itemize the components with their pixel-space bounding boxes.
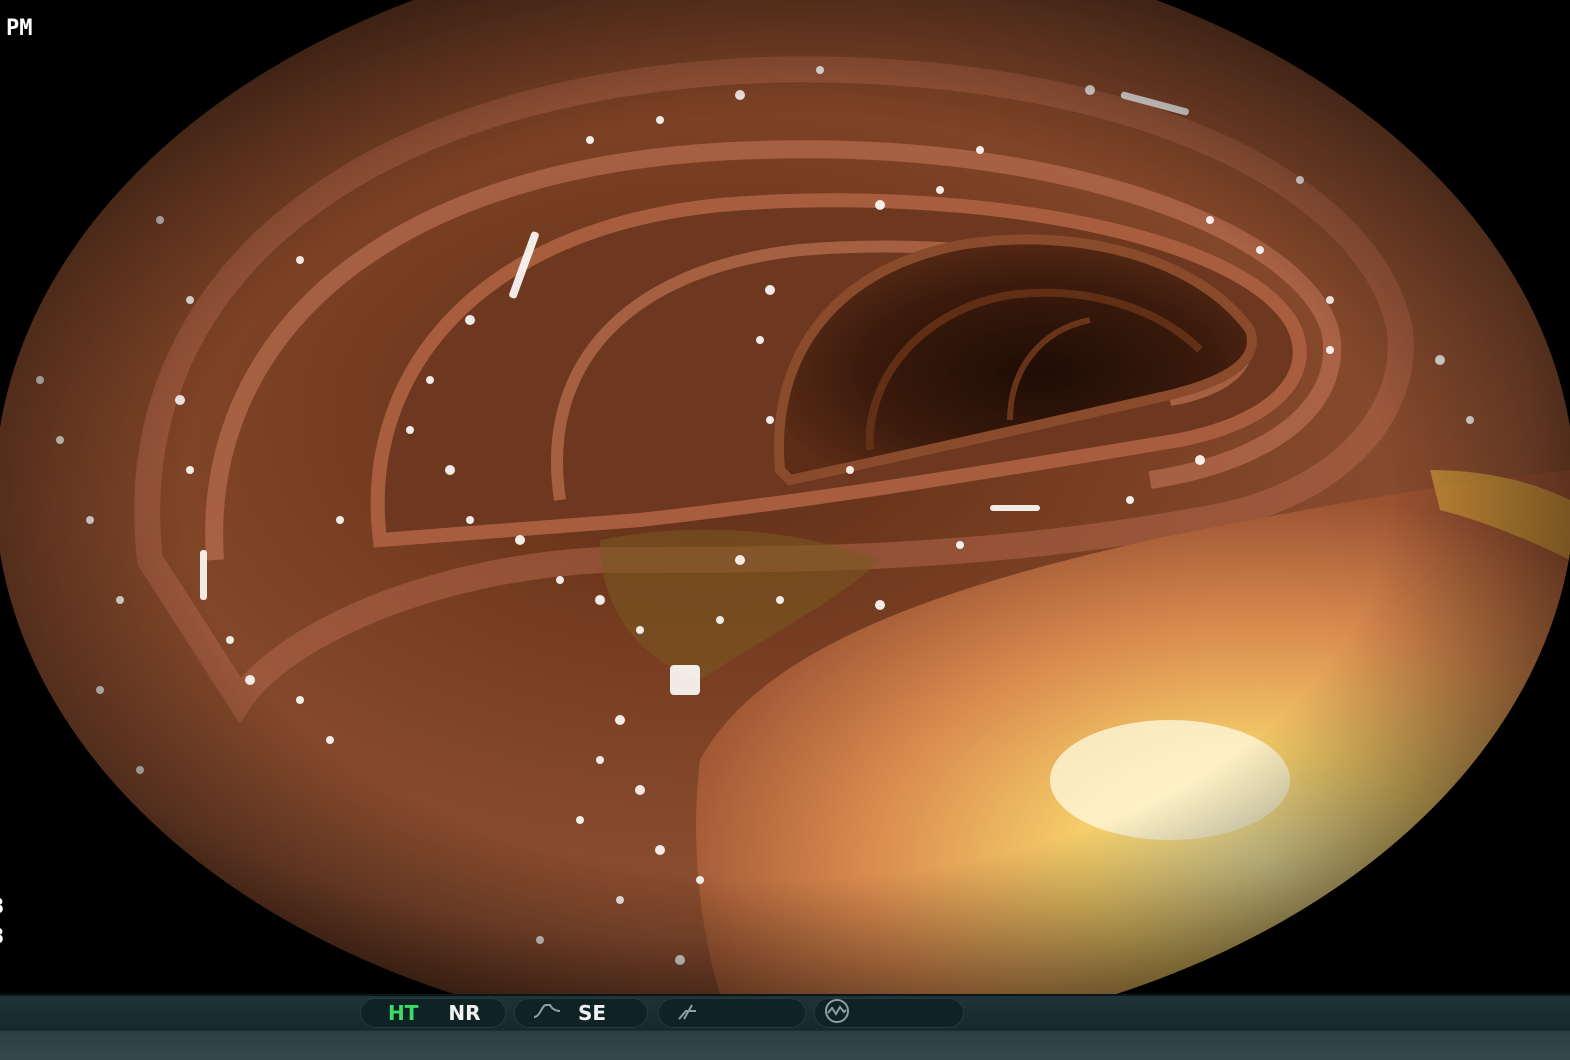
status-bar-divider [0, 994, 1570, 996]
left-mark-1: 3 [0, 894, 4, 918]
se-group: SE [514, 998, 648, 1028]
enhancement-curve-icon [532, 1001, 562, 1026]
left-mark-2: 3 [0, 924, 4, 948]
ht-nr-group: HT NR [360, 998, 506, 1028]
processor-status-bar: HT NR SE [0, 994, 1570, 1060]
nr-label: NR [448, 1001, 481, 1025]
sharpness-group [658, 998, 806, 1028]
time-indicator: PM [6, 16, 33, 41]
waveform-circle-icon [822, 998, 852, 1029]
endoscopic-image [0, 0, 1570, 994]
ht-label: HT [388, 1001, 419, 1025]
sharpness-curve-icon [676, 1001, 702, 1026]
waveform-group [814, 998, 964, 1028]
endoscope-view: PM 3 3 [0, 0, 1570, 994]
se-label: SE [578, 1001, 607, 1025]
